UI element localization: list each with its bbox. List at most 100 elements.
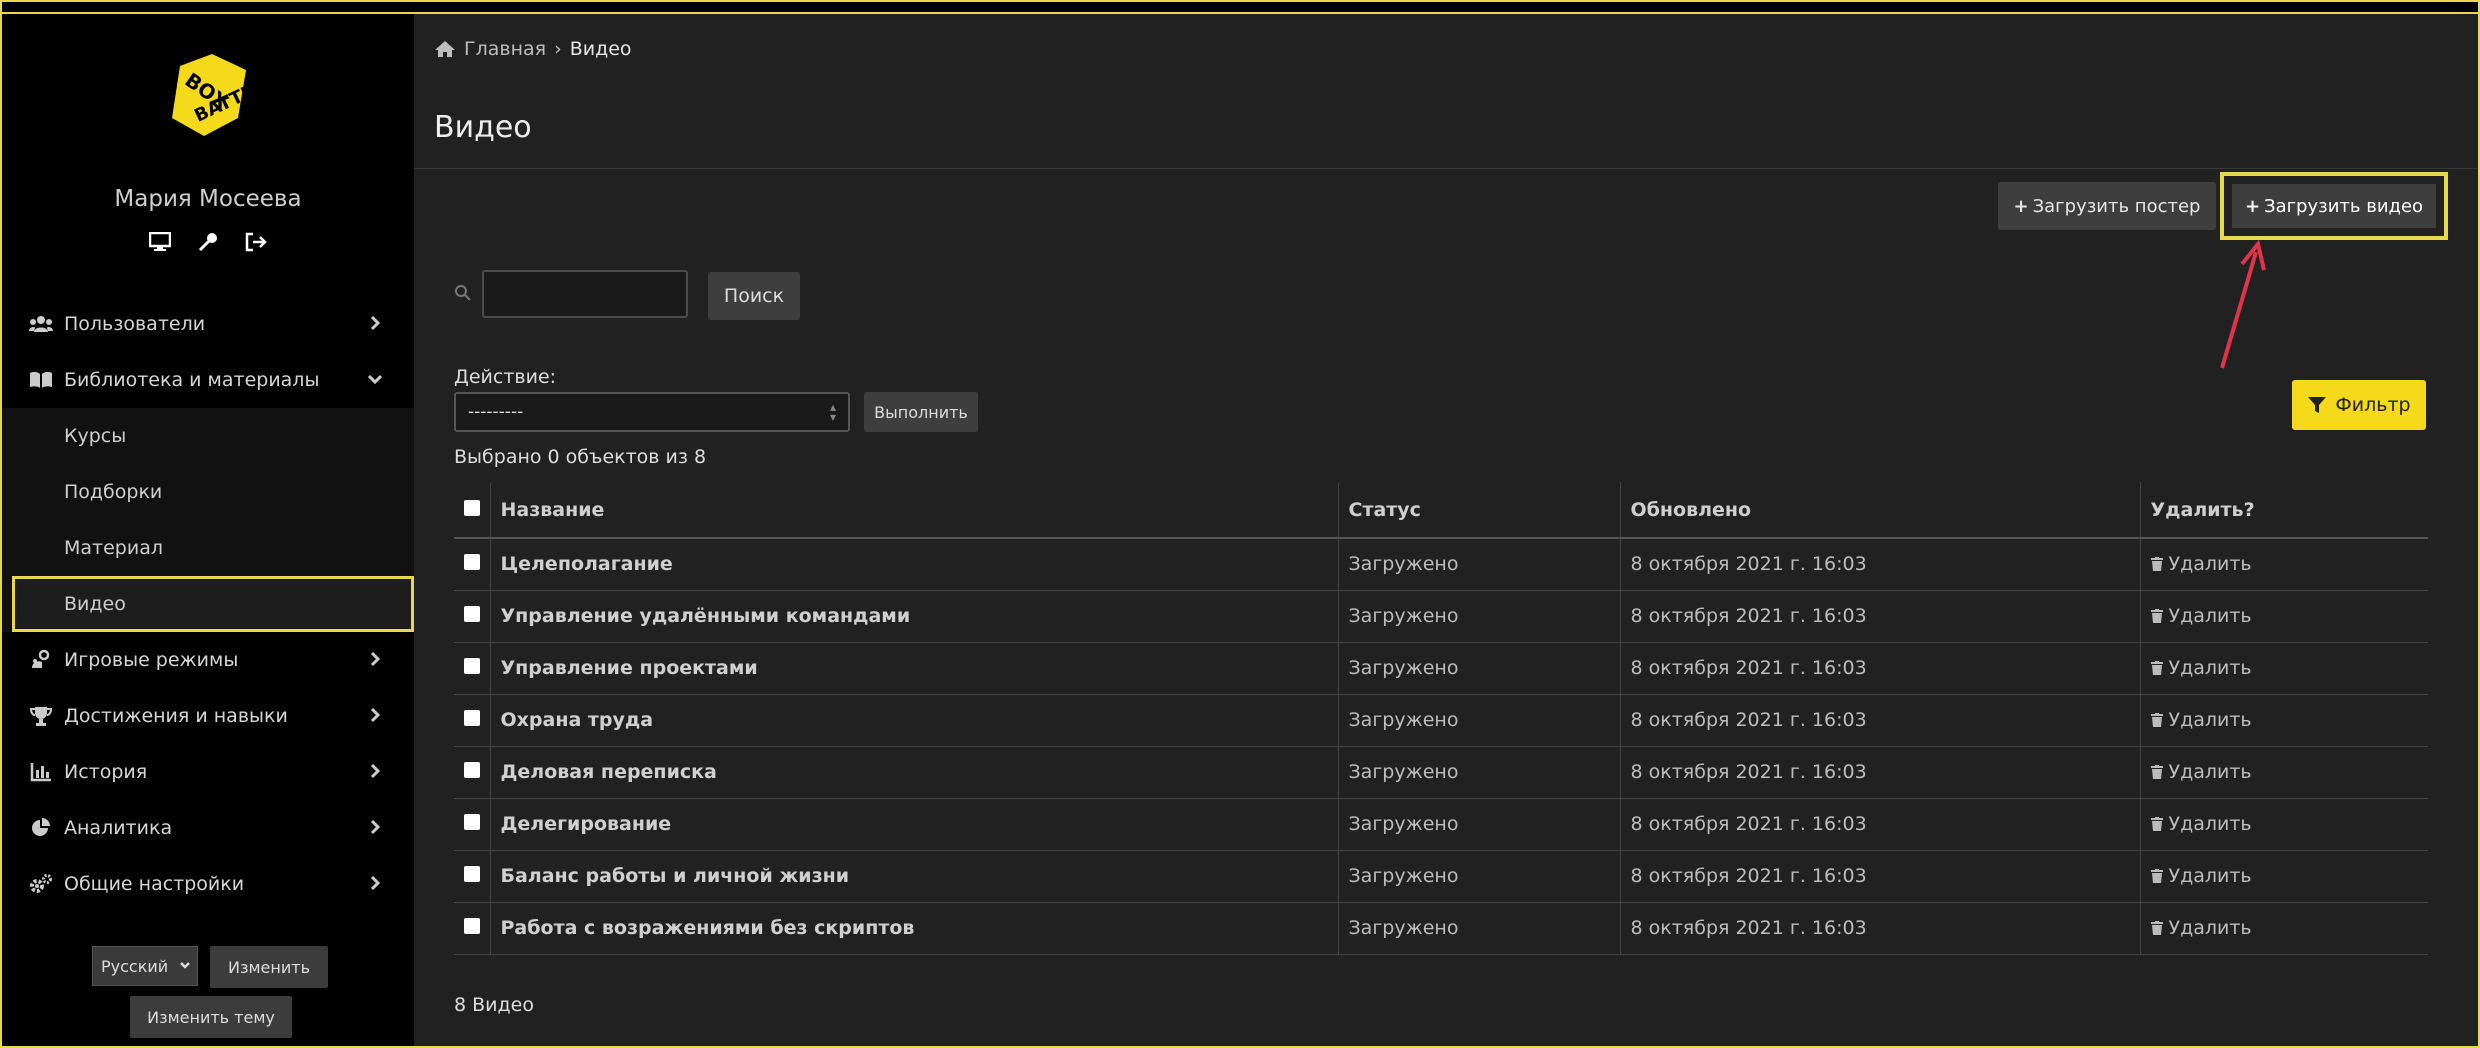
delete-link[interactable]: Удалить [2150,552,2252,575]
users-icon [28,313,54,335]
sidebar-item-video[interactable]: Видео [12,576,414,632]
sidebar-item-library[interactable]: Библиотека и материалы [2,352,414,408]
action-value: --------- [468,402,524,422]
run-button[interactable]: Выполнить [864,392,978,432]
language-select[interactable]: Русский [92,946,198,986]
sidebar-item-label: Библиотека и материалы [64,369,320,391]
delete-link[interactable]: Удалить [2150,709,2252,731]
sidebar-item-game-modes[interactable]: Игровые режимы [2,632,414,688]
video-name[interactable]: Целеполагание [489,538,1338,591]
delete-link[interactable]: Удалить [2150,917,2252,939]
video-name[interactable]: Делегирование [489,798,1338,851]
action-select[interactable]: --------- ▴ ▾ [454,392,850,432]
chevron-right-icon [370,763,381,779]
row-checkbox[interactable] [464,762,480,778]
sidebar-item-users[interactable]: Пользователи [2,296,414,352]
video-status: Загружено [1337,694,1620,747]
filter-icon [2308,397,2327,413]
column-header-name[interactable]: Название [489,482,1338,539]
filter-button[interactable]: Фильтр [2292,380,2426,430]
language-value: Русский [101,956,169,976]
sidebar-item-analytics[interactable]: Аналитика [2,800,414,856]
delete-link[interactable]: Удалить [2150,604,2252,627]
column-header-updated[interactable]: Обновлено [1619,482,2140,539]
trash-icon [2150,868,2163,883]
delete-label: Удалить [2168,604,2252,627]
row-checkbox-cell [454,746,490,799]
change-language-button[interactable]: Изменить [210,946,328,988]
key-icon[interactable] [196,230,220,254]
row-checkbox[interactable] [464,710,480,726]
sidebar-item-settings[interactable]: Общие настройки [2,856,414,912]
delete-cell: Удалить [2139,850,2428,903]
delete-cell: Удалить [2139,642,2428,695]
table-row: Целеполагание Загружено 8 октября 2021 г. … [454,538,2428,591]
video-status: Загружено [1337,746,1620,799]
select-all-checkbox[interactable] [464,499,480,516]
video-name[interactable]: Охрана труда [489,694,1338,747]
trash-icon [2150,764,2163,779]
video-name[interactable]: Баланс работы и личной жизни [489,850,1338,903]
sort-arrows-icon: ▴ ▾ [829,400,836,424]
home-icon[interactable] [434,40,456,58]
delete-link[interactable]: Удалить [2150,657,2252,679]
delete-label: Удалить [2168,864,2252,887]
delete-cell: Удалить [2139,746,2428,799]
row-checkbox[interactable] [464,918,480,934]
video-updated: 8 октября 2021 г. 16:03 [1619,642,2140,695]
sidebar-item-collections[interactable]: Подборки [2,464,414,520]
pie-icon [28,817,54,839]
sidebar-submenu: Курсы Подборки Материал Видео [2,408,414,632]
logo[interactable]: BOX BATTLE [150,48,268,144]
breadcrumb: Главная › Видео [434,38,632,60]
sidebar-item-label: История [64,761,148,783]
upload-video-button[interactable]: + Загрузить видео [2232,184,2436,228]
breadcrumb-home[interactable]: Главная [464,38,546,60]
video-name[interactable]: Работа с возражениями без скриптов [489,902,1338,955]
sidebar-nav: Пользователи Библиотека и материалы Курс… [2,296,414,912]
user-icons [2,230,414,254]
row-checkbox-cell [454,798,490,851]
table-row: Работа с возражениями без скриптов Загруж… [454,902,2428,955]
logout-icon[interactable] [244,230,268,254]
row-checkbox[interactable] [464,814,480,830]
trophy-icon [28,705,54,727]
row-checkbox[interactable] [464,606,480,622]
upload-poster-label: Загрузить постер [2032,195,2201,217]
video-updated: 8 октября 2021 г. 16:03 [1619,746,2140,799]
chart-icon [28,761,54,783]
sidebar-item-history[interactable]: История [2,744,414,800]
sidebar-item-achievements[interactable]: Достижения и навыки [2,688,414,744]
video-name[interactable]: Управление удалёнными командами [489,590,1338,643]
video-name[interactable]: Управление проектами [489,642,1338,695]
trash-icon [2150,608,2163,623]
row-checkbox[interactable] [464,554,480,571]
delete-label: Удалить [2168,552,2252,575]
search-input[interactable] [482,270,688,318]
monitor-icon[interactable] [148,230,172,254]
sidebar-item-label: Пользователи [64,313,206,335]
column-header-status[interactable]: Статус [1337,482,1620,539]
video-name[interactable]: Деловая переписка [489,746,1338,799]
delete-link[interactable]: Удалить [2150,864,2252,887]
chevron-right-icon [370,651,381,667]
row-checkbox[interactable] [464,866,480,882]
main-content: Главная › Видео Видео + Загрузить постер… [414,14,2478,1048]
delete-link[interactable]: Удалить [2150,813,2252,835]
upload-poster-button[interactable]: + Загрузить постер [1998,182,2216,230]
delete-link[interactable]: Удалить [2150,761,2252,783]
plus-icon: + [2013,195,2029,217]
delete-cell: Удалить [2139,694,2428,747]
book-icon [28,369,54,391]
delete-cell: Удалить [2139,798,2428,851]
sidebar-item-material[interactable]: Материал [2,520,414,576]
change-theme-button[interactable]: Изменить тему [130,996,292,1038]
trash-icon [2150,816,2163,831]
row-checkbox[interactable] [464,658,480,674]
video-updated: 8 октября 2021 г. 16:03 [1619,538,2140,591]
sidebar-item-courses[interactable]: Курсы [2,408,414,464]
delete-cell: Удалить [2139,902,2428,955]
search-button[interactable]: Поиск [708,272,800,320]
sidebar-item-label: Общие настройки [64,873,245,895]
table-row: Баланс работы и личной жизни Загружено 8 о… [454,850,2428,903]
